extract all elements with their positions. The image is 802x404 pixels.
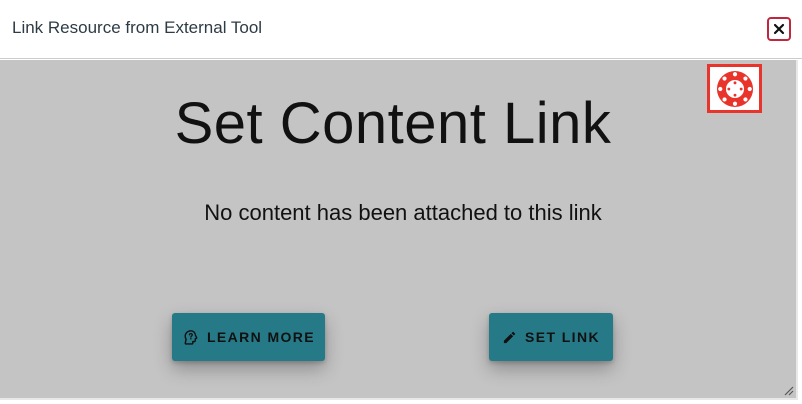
pencil-icon [503, 331, 516, 343]
learn-more-button[interactable]: LEARN MORE [172, 313, 325, 361]
close-icon [773, 23, 785, 35]
dialog-title: Link Resource from External Tool [12, 18, 263, 37]
status-message: No content has been attached to this lin… [204, 200, 602, 225]
set-link-button[interactable]: SET LINK [489, 313, 613, 361]
tool-iframe: Set Content Link No content has been att… [0, 60, 798, 400]
resize-handle-icon[interactable] [782, 384, 794, 396]
close-button[interactable] [767, 17, 791, 41]
dialog-header: Link Resource from External Tool [0, 0, 802, 59]
lightbulb-head-icon [184, 329, 198, 345]
page-title: Set Content Link [174, 91, 612, 156]
learn-more-label: LEARN MORE [206, 329, 316, 345]
external-tool-dialog: Link Resource from External Tool Set Con… [0, 0, 802, 404]
set-link-label: SET LINK [525, 329, 600, 345]
